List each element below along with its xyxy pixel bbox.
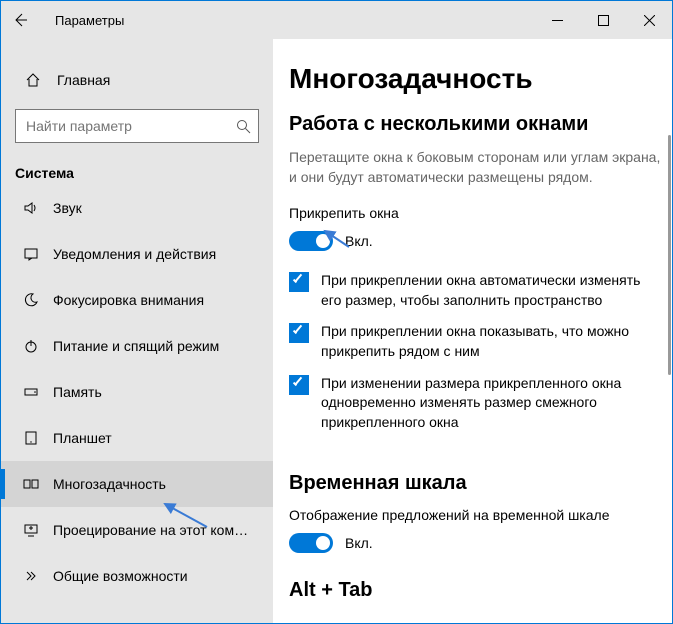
sidebar-item-label: Звук [45, 200, 82, 216]
timeline-toggle-row: Вкл. [289, 533, 662, 553]
snap-option-row: При изменении размера прикрепленного окн… [289, 374, 662, 433]
arrow-left-icon [12, 12, 28, 28]
sidebar-item-label: Многозадачность [45, 476, 166, 492]
timeline-label: Отображение предложений на временной шка… [289, 507, 662, 523]
titlebar: Параметры [1, 1, 672, 39]
sidebar: Главная Система Звук [1, 39, 273, 623]
search-input[interactable] [16, 110, 228, 142]
sidebar-item-label: Уведомления и действия [45, 246, 216, 262]
snap-option-checkbox-1[interactable] [289, 272, 309, 292]
notification-icon [17, 246, 45, 262]
sidebar-item-label: Память [45, 384, 102, 400]
snap-heading: Работа с несколькими окнами [289, 113, 662, 136]
sidebar-item-shared[interactable]: Общие возможности [1, 553, 273, 599]
timeline-toggle-state: Вкл. [345, 535, 373, 551]
sidebar-item-label: Питание и спящий режим [45, 338, 219, 354]
sidebar-item-storage[interactable]: Память [1, 369, 273, 415]
search-icon [228, 119, 258, 134]
timeline-section: Временная шкала Отображение предложений … [289, 472, 662, 553]
power-icon [17, 338, 45, 354]
timeline-heading: Временная шкала [289, 472, 662, 495]
projection-icon [17, 522, 45, 538]
scrollbar-thumb[interactable] [668, 135, 671, 375]
snap-option-checkbox-3[interactable] [289, 375, 309, 395]
sidebar-item-label: Общие возможности [45, 568, 188, 584]
snap-option-row: При прикреплении окна автоматически изме… [289, 271, 662, 310]
sidebar-item-projection[interactable]: Проецирование на этот компьютер [1, 507, 273, 553]
sidebar-item-tablet[interactable]: Планшет [1, 415, 273, 461]
multitasking-icon [17, 476, 45, 492]
snap-toggle-state: Вкл. [345, 233, 373, 249]
main-content: Многозадачность Работа с несколькими окн… [273, 39, 672, 623]
minimize-button[interactable] [534, 1, 580, 39]
alt-tab-heading-partial: Alt + Tab [289, 579, 662, 602]
snap-option-label: При прикреплении окна показывать, что мо… [321, 322, 662, 361]
sidebar-item-notifications[interactable]: Уведомления и действия [1, 231, 273, 277]
storage-icon [17, 384, 45, 400]
maximize-button[interactable] [580, 1, 626, 39]
window-controls [534, 1, 672, 39]
sidebar-item-focus[interactable]: Фокусировка внимания [1, 277, 273, 323]
snap-toggle-label: Прикрепить окна [289, 205, 662, 221]
snap-option-checkbox-2[interactable] [289, 323, 309, 343]
moon-icon [17, 292, 45, 308]
speaker-icon [17, 200, 45, 216]
sidebar-nav: Звук Уведомления и действия Фокусировка … [1, 185, 273, 599]
snap-description: Перетащите окна к боковым сторонам или у… [289, 148, 662, 187]
snap-section: Работа с несколькими окнами Перетащите о… [289, 113, 662, 432]
home-icon [21, 72, 45, 88]
sidebar-item-multitasking[interactable]: Многозадачность [1, 461, 273, 507]
snap-toggle[interactable] [289, 231, 333, 251]
settings-window: Параметры Главная [0, 0, 673, 624]
home-label: Главная [45, 72, 110, 88]
snap-toggle-row: Вкл. [289, 231, 662, 251]
search-box[interactable] [15, 109, 259, 143]
scroll-region: Работа с несколькими окнами Перетащите о… [289, 113, 662, 623]
sidebar-item-label: Фокусировка внимания [45, 292, 204, 308]
page-title: Многозадачность [289, 63, 662, 95]
snap-option-label: При изменении размера прикрепленного окн… [321, 374, 662, 433]
close-button[interactable] [626, 1, 672, 39]
sidebar-section-header: Система [1, 143, 273, 185]
sidebar-item-label: Проецирование на этот компьютер [45, 522, 253, 538]
shared-icon [17, 568, 45, 584]
sidebar-item-power[interactable]: Питание и спящий режим [1, 323, 273, 369]
snap-option-label: При прикреплении окна автоматически изме… [321, 271, 662, 310]
sidebar-item-label: Планшет [45, 430, 112, 446]
back-button[interactable] [1, 12, 39, 28]
snap-option-row: При прикреплении окна показывать, что мо… [289, 322, 662, 361]
timeline-toggle[interactable] [289, 533, 333, 553]
tablet-icon [17, 430, 45, 446]
home-button[interactable]: Главная [1, 59, 273, 101]
client-area: Главная Система Звук [1, 39, 672, 623]
window-title: Параметры [39, 13, 124, 28]
sidebar-item-sound[interactable]: Звук [1, 185, 273, 231]
